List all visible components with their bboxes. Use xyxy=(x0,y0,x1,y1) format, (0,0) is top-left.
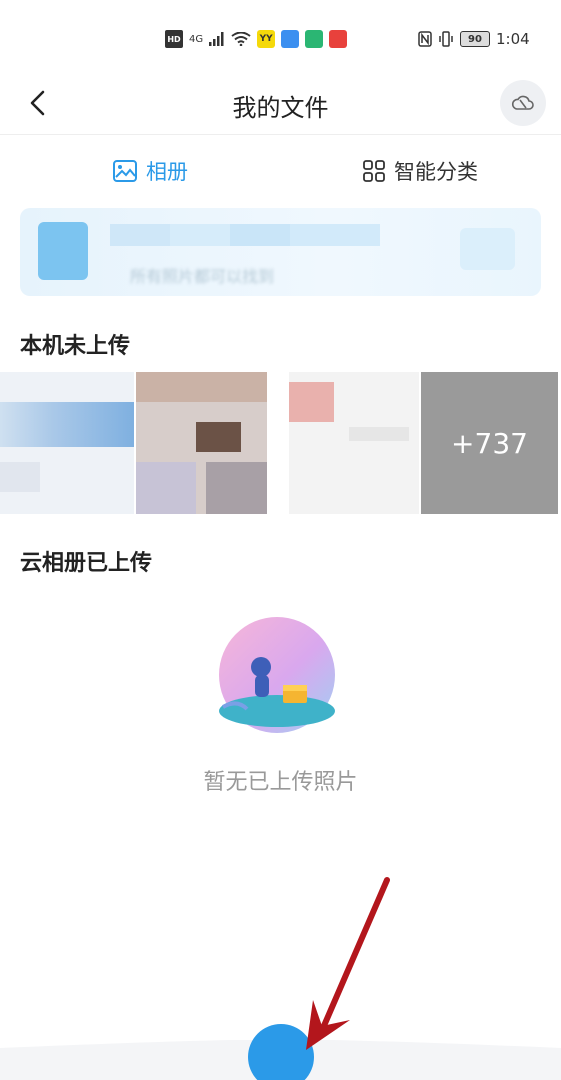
tab-album[interactable]: 相册 xyxy=(112,156,188,186)
status-right-icons: 90 1:04 xyxy=(418,30,530,48)
tab-album-label: 相册 xyxy=(146,160,188,184)
empty-state-illustration xyxy=(219,617,335,733)
local-section-title: 本机未上传 xyxy=(20,334,131,359)
promo-banner[interactable]: 所有照片都可以找到 xyxy=(20,208,541,296)
grid-icon xyxy=(363,160,385,182)
tab-bar: 相册 智能分类 xyxy=(0,150,561,198)
cloud-section-title: 云相册已上传 xyxy=(20,551,153,576)
clock: 1:04 xyxy=(496,30,530,48)
wifi-icon xyxy=(231,32,251,46)
chat-app-icon xyxy=(281,30,300,48)
page-title: 我的文件 xyxy=(232,94,329,122)
photo-icon xyxy=(113,160,137,182)
nfc-icon xyxy=(418,31,432,47)
cloud-off-icon xyxy=(511,95,534,110)
banner-subtitle: 所有照片都可以找到 xyxy=(130,267,275,286)
status-bar: HD 4G YY 90 1:04 xyxy=(0,0,561,80)
status-left-icons: HD 4G YY xyxy=(165,30,348,48)
vibrate-icon xyxy=(439,31,453,47)
more-photos-tile[interactable]: +737 xyxy=(421,372,558,514)
title-bar: 我的文件 xyxy=(0,80,561,135)
tab-smart-category[interactable]: 智能分类 xyxy=(362,156,478,186)
battery-indicator: 90 xyxy=(460,31,490,47)
photo-thumbnail[interactable] xyxy=(289,372,419,514)
yy-app-icon: YY xyxy=(257,30,276,48)
green-app-icon xyxy=(305,30,324,48)
hd-indicator: HD xyxy=(165,30,183,48)
signal-icon xyxy=(209,32,224,46)
upload-fab-button[interactable] xyxy=(248,1024,314,1080)
local-photo-row: +737 xyxy=(0,372,561,514)
photo-thumbnail[interactable] xyxy=(136,372,267,514)
photo-thumbnail[interactable] xyxy=(0,372,134,514)
network-type: 4G xyxy=(189,33,204,45)
empty-state-text: 暂无已上传照片 xyxy=(203,770,358,795)
red-app-icon xyxy=(329,30,348,48)
cloud-button[interactable] xyxy=(500,80,546,126)
tab-smart-label: 智能分类 xyxy=(394,160,478,184)
